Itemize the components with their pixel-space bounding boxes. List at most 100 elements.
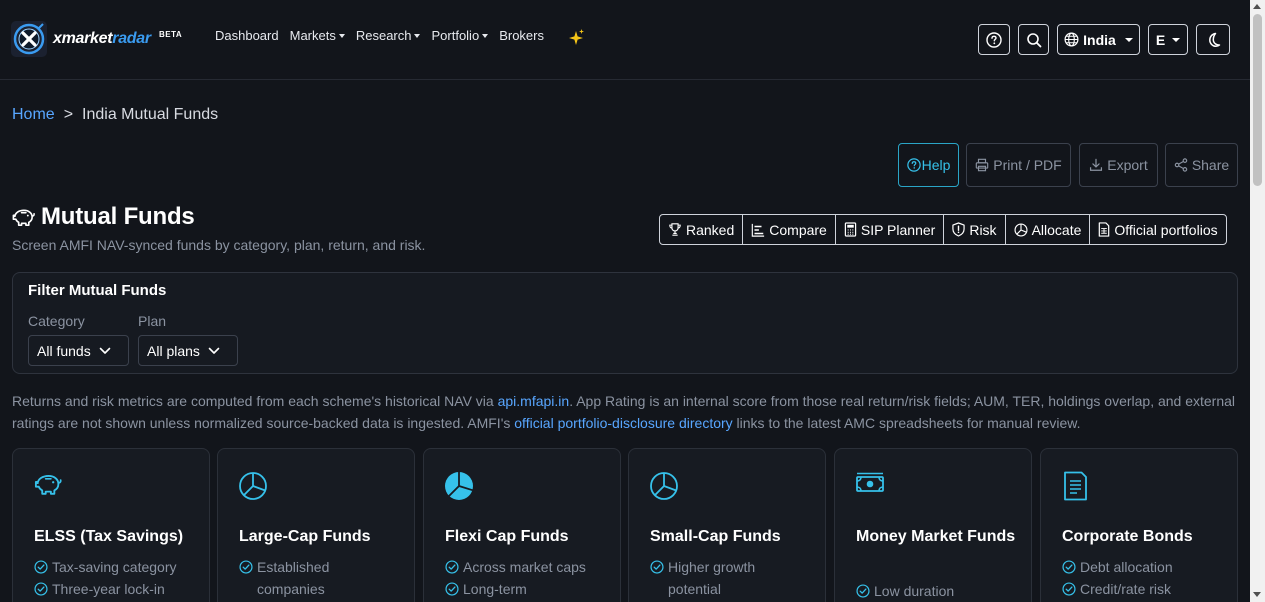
question-circle-icon: [906, 158, 921, 172]
sparkle-icon[interactable]: [567, 28, 585, 51]
category-card-large-cap[interactable]: Large-Cap Funds Established companies: [217, 448, 415, 602]
category-card-money-market[interactable]: Money Market Funds Low duration: [834, 448, 1032, 602]
print-label: Print / PDF: [993, 157, 1062, 173]
page-scrollbar[interactable]: [1250, 0, 1265, 602]
nav-markets[interactable]: Markets: [290, 28, 345, 43]
breadcrumb: Home > India Mutual Funds: [12, 106, 218, 124]
plan-select-value: All plans: [147, 342, 200, 359]
chevron-down-icon: [1172, 37, 1181, 42]
category-select-value: All funds: [37, 342, 91, 359]
sip-planner-label: SIP Planner: [860, 221, 936, 238]
print-pdf-button[interactable]: Print / PDF: [966, 143, 1071, 187]
brand-logo[interactable]: xmarketradar BETA: [11, 21, 182, 57]
card-point: Long-term: [445, 578, 615, 600]
note-text-1: Returns and risk metrics are computed fr…: [12, 393, 498, 409]
plan-select[interactable]: All plans: [138, 335, 238, 366]
card-title: Money Market Funds: [856, 528, 1016, 545]
category-card-small-cap[interactable]: Small-Cap Funds Higher growth potential: [628, 448, 826, 602]
share-button[interactable]: Share: [1165, 143, 1238, 187]
language-selector[interactable]: E: [1148, 24, 1188, 55]
piggy-bank-icon: [33, 471, 63, 500]
portfolio-disclosure-link[interactable]: official portfolio-disclosure directory: [514, 415, 732, 431]
check-circle-icon: [34, 560, 48, 574]
brand-name: xmarketradar: [53, 30, 151, 48]
card-points: Debt allocation Credit/rate risk: [1062, 556, 1232, 600]
plan-label: Plan: [138, 313, 167, 329]
page-title: Mutual Funds: [11, 203, 195, 231]
card-point-text: Three-year lock-in: [52, 581, 165, 597]
card-point-text: Credit/rate risk: [1080, 581, 1172, 597]
pie-chart-filled-icon: [444, 471, 474, 504]
sip-planner-button[interactable]: SIP Planner: [836, 215, 945, 244]
scroll-up-arrow-icon[interactable]: [1253, 4, 1261, 9]
official-portfolios-label: Official portfolios: [1114, 221, 1218, 238]
ranked-label: Ranked: [686, 221, 735, 238]
nav-research-label: Research: [355, 28, 412, 43]
logo-mark-icon: [11, 21, 47, 57]
nav-portfolio[interactable]: Portfolio: [431, 28, 489, 43]
help-circle-button[interactable]: [978, 24, 1010, 55]
page-title-text: Mutual Funds: [41, 203, 195, 230]
allocate-button[interactable]: Allocate: [1006, 215, 1091, 244]
card-points: Across market caps Long-term: [445, 556, 615, 600]
scroll-down-arrow-icon[interactable]: [1253, 592, 1261, 597]
search-button[interactable]: [1018, 24, 1049, 55]
nav-research[interactable]: Research: [356, 28, 421, 43]
compare-label: Compare: [769, 221, 827, 238]
official-portfolios-button[interactable]: Official portfolios: [1090, 215, 1225, 244]
document-icon: [1061, 471, 1091, 504]
category-card-flexi-cap[interactable]: Flexi Cap Funds Across market caps Long-…: [423, 448, 621, 602]
card-point-text: Low duration: [874, 583, 955, 599]
breadcrumb-home-link[interactable]: Home: [12, 106, 55, 124]
brand-name-part1: xmarket: [53, 30, 113, 47]
mfapi-link[interactable]: api.mfapi.in: [498, 393, 570, 409]
main-nav: Dashboard Markets Research Portfolio Bro…: [215, 28, 544, 43]
export-button[interactable]: Export: [1079, 143, 1158, 187]
theme-toggle-button[interactable]: [1196, 24, 1230, 55]
card-title: Large-Cap Funds: [239, 528, 371, 545]
card-points: Tax-saving category Three-year lock-in: [34, 556, 204, 600]
nav-dashboard[interactable]: Dashboard: [215, 28, 279, 43]
ranked-button[interactable]: Ranked: [660, 215, 744, 244]
nav-markets-label: Markets: [289, 28, 336, 43]
compare-button[interactable]: Compare: [743, 215, 836, 244]
fund-tools-group: Ranked Compare SIP Planner Risk Allocate: [659, 214, 1227, 245]
region-selector[interactable]: India: [1057, 24, 1140, 55]
check-circle-icon: [1062, 560, 1076, 574]
breadcrumb-separator: >: [63, 106, 74, 123]
card-point: Debt allocation: [1062, 556, 1232, 578]
caret-down-icon: [482, 34, 489, 38]
filter-title: Filter Mutual Funds: [28, 282, 167, 299]
card-point: Credit/rate risk: [1062, 578, 1232, 600]
category-label: Category: [28, 313, 85, 329]
card-title: Small-Cap Funds: [650, 528, 781, 545]
beta-badge: BETA: [159, 30, 183, 39]
category-card-corporate-bonds[interactable]: Corporate Bonds Debt allocation Credit/r…: [1040, 448, 1238, 602]
card-point: Higher growth potential: [650, 556, 820, 600]
nav-brokers[interactable]: Brokers: [499, 28, 544, 43]
check-circle-icon: [856, 584, 870, 598]
piggy-bank-icon: [12, 209, 35, 226]
risk-button[interactable]: Risk: [944, 215, 1006, 244]
note-text-3: links to the latest AMC spreadsheets for…: [732, 414, 1081, 431]
pie-chart-icon: [238, 471, 268, 504]
card-point-text: Tax-saving category: [52, 559, 177, 575]
data-source-note: Returns and risk metrics are computed fr…: [12, 391, 1244, 434]
caret-down-icon: [338, 34, 345, 38]
language-label: E: [1155, 31, 1166, 48]
card-point: Tax-saving category: [34, 556, 204, 578]
pie-chart-icon: [1014, 222, 1028, 237]
category-select[interactable]: All funds: [28, 335, 129, 366]
search-icon: [1026, 32, 1041, 47]
scrollbar-thumb[interactable]: [1253, 14, 1262, 186]
help-button[interactable]: Help: [898, 143, 959, 187]
category-card-elss[interactable]: ELSS (Tax Savings) Tax-saving category T…: [12, 448, 210, 602]
download-icon: [1090, 158, 1103, 171]
filter-panel: Filter Mutual Funds Category Plan All fu…: [12, 272, 1238, 374]
trophy-icon: [669, 223, 681, 236]
risk-label: Risk: [969, 221, 997, 238]
question-circle-icon: [986, 31, 1002, 48]
card-point-text: Across market caps: [463, 559, 586, 575]
card-point-text: Established companies: [257, 559, 330, 597]
cash-icon: [855, 471, 885, 500]
